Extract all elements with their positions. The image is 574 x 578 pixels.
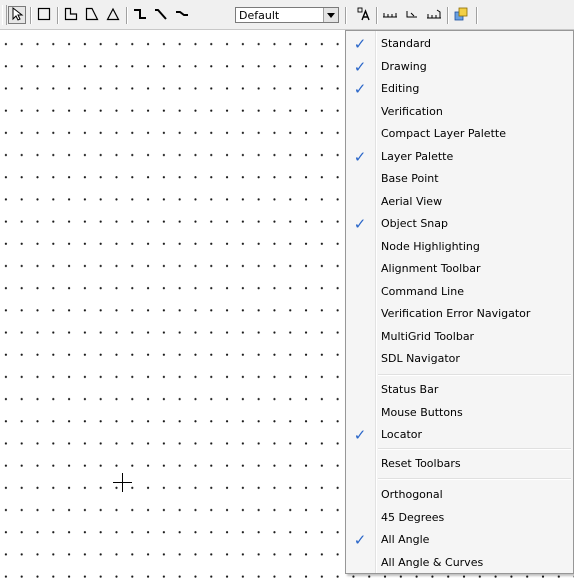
step-wire-button[interactable] [131,6,149,24]
menu-item-label: Compact Layer Palette [381,127,506,140]
menu-item-label: All Angle & Curves [381,555,484,569]
diagonal-wire-icon [154,7,168,24]
layers-palette-icon [454,7,468,24]
layers-palette-button[interactable] [452,6,470,24]
toolbar-separator [345,7,347,24]
menu-item-all-angle-curves[interactable]: All Angle & Curves [348,552,571,574]
menu-item-object-snap[interactable]: ✓ Object Snap [348,213,571,235]
ruler-end-icon [427,7,441,24]
menu-item-label: Object Snap [381,217,448,230]
triangle-button[interactable] [104,6,122,24]
toolbar-separator [447,7,449,24]
menu-item-label: Reset Toolbars [381,457,461,470]
layer-select-value: Default [239,9,280,22]
menu-item-verification-error-navigator[interactable]: Verification Error Navigator [348,303,571,325]
menu-item-mouse-buttons[interactable]: Mouse Buttons [348,402,571,424]
checkmark-icon: ✓ [353,57,367,76]
select-arrow-button[interactable] [8,6,26,24]
menu-separator [378,374,571,376]
l-shape-icon [64,7,78,24]
straight-wire-icon [175,7,189,24]
menu-item-label: Verification [381,104,443,118]
menu-separator [378,478,571,480]
select-arrow-icon [10,6,24,24]
angle-dimension-icon [405,7,419,24]
straight-wire-button[interactable] [173,6,191,24]
step-wire-icon [133,7,147,24]
text-button[interactable] [355,6,373,24]
checkmark-icon: ✓ [353,147,367,166]
menu-item-base-point[interactable]: Base Point [348,168,571,190]
menu-item-label: Orthogonal [381,488,443,501]
checkmark-icon: ✓ [353,215,367,233]
menu-item-layer-palette[interactable]: ✓ Layer Palette [348,146,571,168]
menu-item-sdl-navigator[interactable]: SDL Navigator [348,348,571,370]
ruler-button[interactable] [381,6,399,24]
checkmark-icon: ✓ [353,35,367,53]
toolbars-context-menu: ✓ Standard ✓ Drawing ✓ Editing Verification Com… [345,30,574,574]
angle-dimension-button[interactable] [403,6,421,24]
menu-item-label: Drawing [381,59,427,73]
menu-item-label: Aerial View [381,194,443,208]
trapezoid-icon [85,7,99,24]
l-shape-button[interactable] [62,6,80,24]
menu-item-label: Locator [381,428,423,441]
menu-item-verification[interactable]: Verification [348,101,571,123]
menu-item-label: Editing [381,82,420,95]
menu-item-label: Base Point [381,172,439,185]
crosshair-cursor-icon [113,473,132,492]
menu-item-label: MultiGrid Toolbar [381,329,475,343]
menu-separator [378,447,571,450]
menu-item-label: Alignment Toolbar [381,262,481,275]
menu-item-label: 45 Degrees [381,510,445,524]
toolbar-separator [476,7,478,24]
menu-item-alignment-toolbar[interactable]: Alignment Toolbar [348,258,571,280]
menu-item-reset-toolbars[interactable]: Reset Toolbars [348,453,571,475]
menu-item-compact-layer-palette[interactable]: Compact Layer Palette [348,123,571,145]
menu-item-label: Status Bar [381,383,439,396]
triangle-icon [106,7,120,24]
menu-item-orthogonal[interactable]: Orthogonal [348,484,571,506]
menu-item-45-degrees[interactable]: 45 Degrees [348,507,571,529]
ruler-icon [383,7,397,24]
checkmark-icon: ✓ [353,426,367,444]
menu-item-node-highlighting[interactable]: Node Highlighting [348,236,571,258]
diagonal-wire-button[interactable] [152,6,170,24]
menu-item-label: All Angle [381,533,430,546]
menu-item-all-angle[interactable]: ✓ All Angle [348,529,571,551]
toolbar-grip[interactable] [2,5,7,25]
toolbar: Default [0,0,574,30]
menu-item-label: Verification Error Navigator [381,307,531,320]
trapezoid-button[interactable] [83,6,101,24]
checkmark-icon: ✓ [353,531,367,549]
menu-item-aerial-view[interactable]: Aerial View [348,191,571,213]
menu-item-locator[interactable]: ✓ Locator [348,424,571,446]
text-icon [357,7,371,24]
menu-item-label: Layer Palette [381,149,454,163]
toolbar-separator [376,7,378,24]
rectangle-icon [37,7,51,24]
menu-item-command-line[interactable]: Command Line [348,281,571,303]
menu-item-status-bar[interactable]: Status Bar [348,379,571,401]
menu-item-label: Mouse Buttons [381,405,463,419]
menu-item-label: SDL Navigator [381,352,460,365]
menu-item-label: Standard [381,37,432,50]
menu-item-editing[interactable]: ✓ Editing [348,78,571,100]
menu-item-label: Node Highlighting [381,239,480,253]
rectangle-button[interactable] [35,6,53,24]
layer-select[interactable]: Default [235,7,339,23]
toolbar-separator [57,7,59,24]
menu-item-standard[interactable]: ✓ Standard [348,33,571,55]
ruler-end-button[interactable] [425,6,443,24]
menu-item-label: Command Line [381,284,464,298]
checkmark-icon: ✓ [353,80,367,98]
menu-item-multigrid-toolbar[interactable]: MultiGrid Toolbar [348,326,571,348]
menu-item-drawing[interactable]: ✓ Drawing [348,56,571,78]
toolbar-separator [126,7,128,24]
toolbar-separator [30,7,32,24]
chevron-down-icon[interactable] [323,8,338,22]
